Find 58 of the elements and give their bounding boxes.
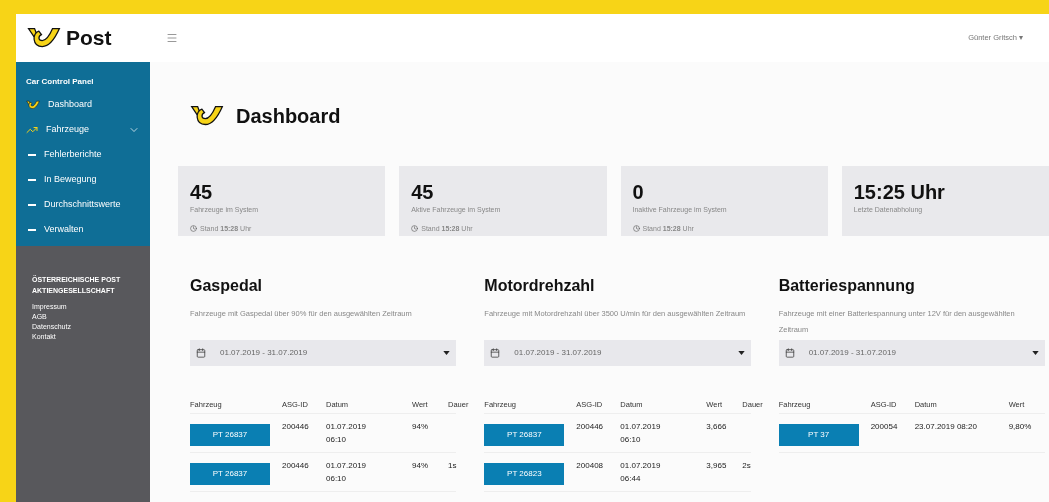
table-cell-text: 01.07.2019 06:10	[620, 421, 662, 446]
caret-icon	[737, 351, 745, 355]
sidebar-item[interactable]: Verwalten	[16, 217, 150, 242]
dash-icon	[28, 228, 36, 231]
dash-icon	[28, 203, 36, 206]
vehicle-button[interactable]: PT 37	[778, 424, 859, 446]
table-cell-text: 9,80%	[1008, 421, 1033, 433]
table-cell-text: 94%	[412, 460, 429, 472]
clock-icon	[190, 225, 197, 233]
date-range-dropdown[interactable]: 01.07.2019 - 31.07.2019	[778, 340, 1045, 366]
table-cell-text: 200408	[576, 460, 605, 472]
stat-value: 0	[632, 182, 645, 202]
calendar-icon	[784, 348, 795, 358]
menu-icon[interactable]	[166, 32, 178, 44]
sidebar-item[interactable]: Fehlerberichte	[16, 142, 150, 167]
table-cell-text: 01.07.2019 06:10	[326, 460, 368, 485]
stat-value: 15:25 Uhr	[853, 182, 946, 202]
stat-value: 45	[190, 182, 214, 202]
table-cell-text: 200054	[870, 421, 899, 433]
post-logo-icon	[190, 104, 224, 128]
section-title: Motordrehzahl	[484, 276, 596, 296]
clock-icon	[632, 225, 640, 233]
date-range-dropdown[interactable]: 01.07.2019 - 31.07.2019	[484, 340, 751, 366]
table-cell-text: 01.07.2019 06:44	[620, 460, 662, 485]
vehicle-button[interactable]: PT 26837	[190, 463, 270, 485]
table-cell-text: 23.07.2019 08:20	[914, 421, 978, 433]
table-cell-text: 3,666	[706, 421, 728, 433]
table-cell-text: 2s	[742, 460, 752, 472]
caret-icon	[443, 351, 451, 355]
post-logo-icon	[26, 26, 62, 50]
vehicle-button[interactable]: PT 26837	[190, 424, 270, 446]
brand-name: Post	[66, 25, 112, 52]
table-cell-text: 01.07.2019 06:10	[326, 421, 368, 446]
sidebar-item[interactable]: Durchschnittswerte	[16, 192, 150, 217]
table-cell-text: 200446	[576, 421, 605, 433]
sidebar-item[interactable]: In Bewegung	[16, 167, 150, 192]
caret-icon	[1032, 351, 1039, 355]
section-title: Gaspedal	[190, 276, 264, 296]
sidebar-item[interactable]: Dashboard	[16, 92, 150, 117]
dash-icon	[28, 178, 36, 181]
table-cell-text: 3,965	[706, 460, 728, 472]
dash-icon	[28, 153, 36, 156]
table-cell-text: 94%	[412, 421, 429, 433]
table-cell-text: 200446	[282, 460, 310, 472]
sidebar-item[interactable]: Fahrzeuge	[16, 117, 150, 142]
stat-value: 45	[411, 182, 435, 202]
vehicle-button[interactable]: PT 26823	[484, 463, 565, 485]
sidebar-title: Car Control Panel	[25, 76, 95, 88]
table-cell-text: 1s	[448, 460, 458, 472]
vehicle-button[interactable]: PT 26837	[484, 424, 565, 446]
clock-icon	[411, 225, 419, 233]
table-cell-text: 200446	[282, 421, 310, 433]
date-range-dropdown[interactable]: 01.07.2019 - 31.07.2019	[190, 340, 457, 366]
calendar-icon	[196, 348, 206, 358]
logo-icon	[26, 99, 40, 110]
section-title: Batteriespannung	[778, 276, 916, 296]
page-title: Dashboard	[236, 104, 341, 129]
calendar-icon	[490, 348, 501, 358]
